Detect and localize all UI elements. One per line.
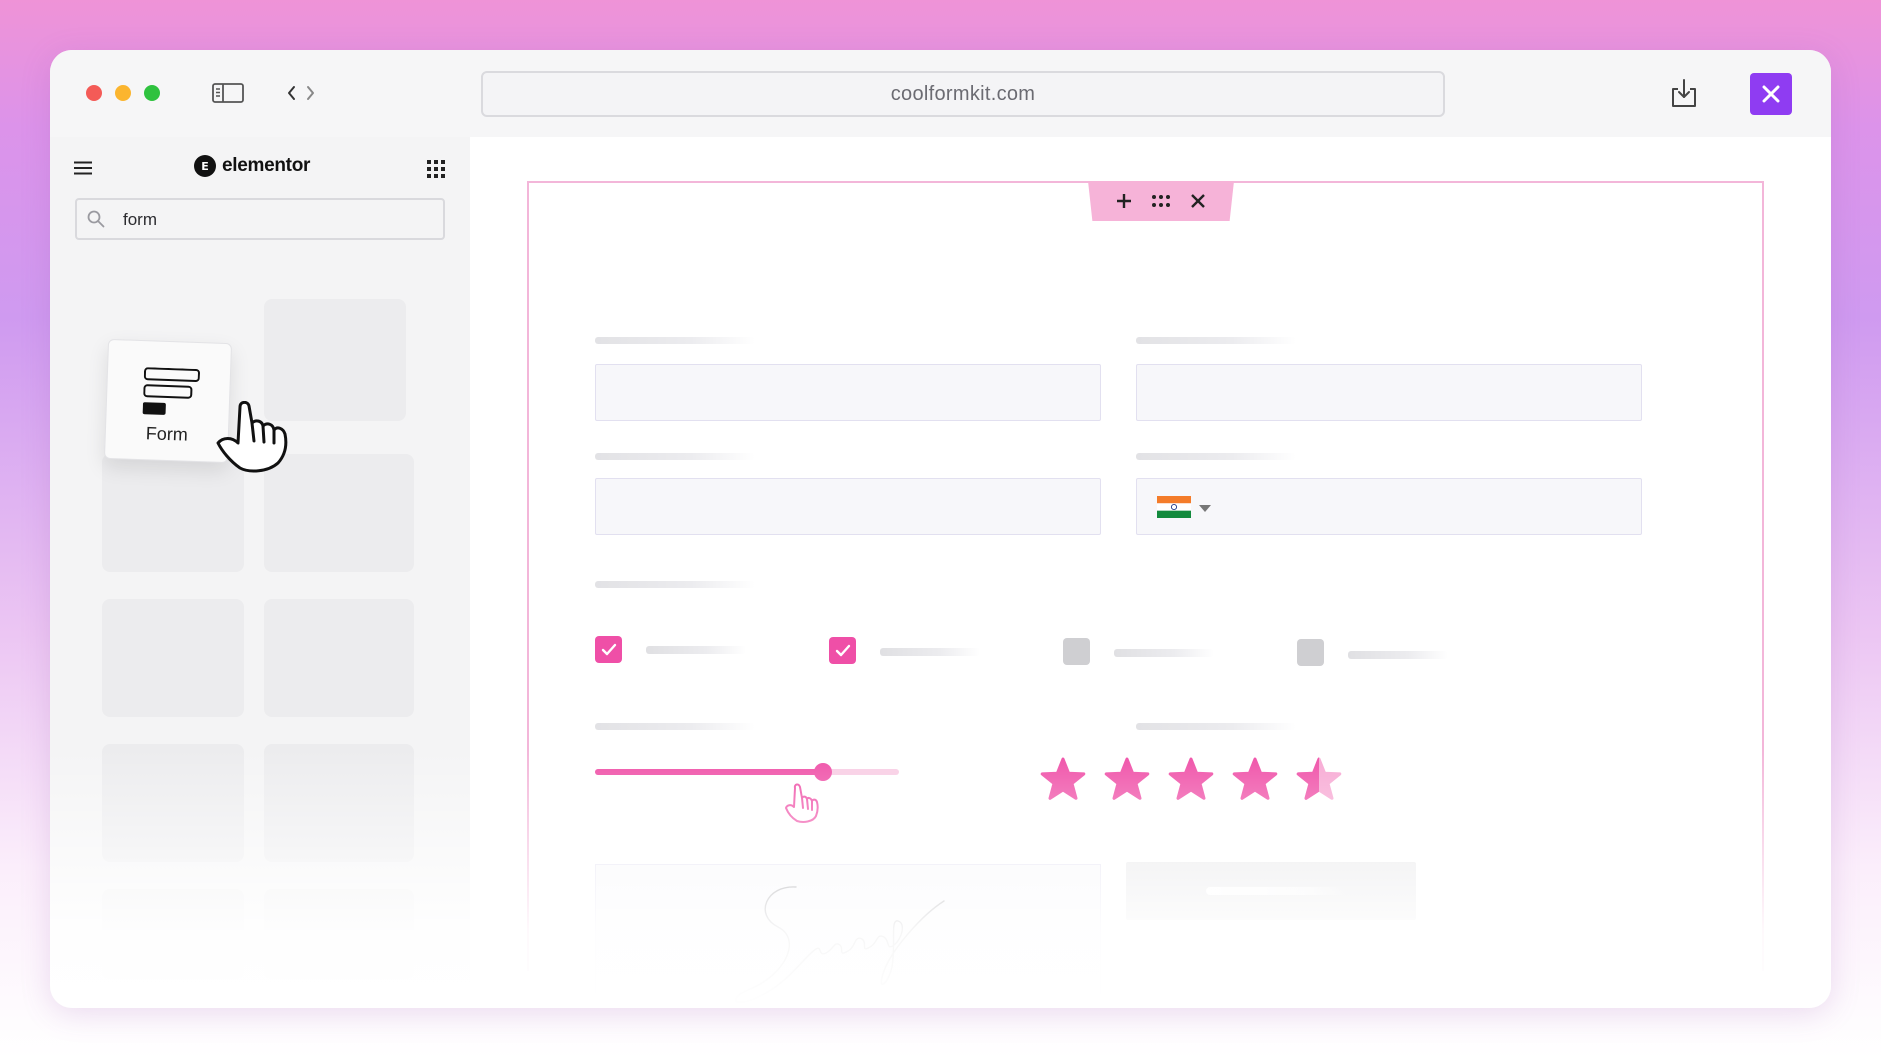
form-widget-icon xyxy=(142,367,200,415)
checkmark-icon xyxy=(835,644,850,656)
field-label-placeholder xyxy=(1136,723,1296,730)
back-forward-icon[interactable] xyxy=(286,82,316,104)
close-button[interactable] xyxy=(1750,73,1792,115)
field-label-placeholder xyxy=(1136,453,1296,460)
widget-tile[interactable] xyxy=(102,889,244,979)
india-flag-icon[interactable] xyxy=(1157,496,1191,518)
text-field[interactable] xyxy=(595,478,1101,535)
widget-search[interactable]: form xyxy=(75,198,445,240)
star-rating[interactable] xyxy=(1040,757,1360,807)
close-icon xyxy=(1762,85,1780,103)
search-icon xyxy=(87,210,105,228)
checkbox-checked[interactable] xyxy=(829,637,856,664)
checkmark-icon xyxy=(601,643,616,655)
url-bar[interactable]: coolformkit.com xyxy=(481,71,1445,117)
delete-section-button[interactable] xyxy=(1187,190,1209,212)
star-icon[interactable] xyxy=(1232,757,1278,803)
brand: E elementor xyxy=(194,155,310,177)
phone-field[interactable] xyxy=(1136,478,1642,535)
field-label-placeholder xyxy=(595,581,755,588)
checkbox-checked[interactable] xyxy=(595,636,622,663)
browser-window: coolformkit.com E elementor form Form xyxy=(50,50,1831,1008)
move-section-button[interactable] xyxy=(1150,190,1172,212)
form-widget-label: Form xyxy=(145,423,189,445)
field-label-placeholder xyxy=(595,723,755,730)
menu-icon[interactable] xyxy=(74,161,92,175)
add-section-button[interactable] xyxy=(1113,190,1135,212)
plus-icon xyxy=(1117,194,1132,208)
widget-tile[interactable] xyxy=(264,744,414,862)
slider-handle[interactable] xyxy=(814,763,832,781)
chevron-down-icon[interactable] xyxy=(1199,505,1211,512)
editor-canvas xyxy=(470,137,1831,1008)
apps-grid-icon[interactable] xyxy=(427,160,445,178)
field-label-placeholder xyxy=(595,337,755,344)
widget-tile[interactable] xyxy=(102,744,244,862)
range-slider[interactable] xyxy=(595,763,899,781)
submit-button[interactable] xyxy=(1126,862,1416,920)
close-icon xyxy=(1190,194,1205,208)
widget-tile[interactable] xyxy=(264,889,414,979)
drag-handle-icon xyxy=(1151,195,1170,207)
checkbox-label-placeholder xyxy=(1348,651,1448,659)
download-icon[interactable] xyxy=(1668,77,1700,109)
star-icon[interactable] xyxy=(1104,757,1150,803)
hand-cursor-icon xyxy=(785,783,819,823)
checkbox-label-placeholder xyxy=(1114,649,1214,657)
star-icon[interactable] xyxy=(1296,757,1342,803)
handwritten-signature xyxy=(735,886,945,1003)
signature-pad[interactable] xyxy=(595,864,1101,1003)
minimize-traffic-light[interactable] xyxy=(115,85,131,101)
brand-name: elementor xyxy=(222,155,311,176)
star-icon[interactable] xyxy=(1040,757,1086,803)
star-icon[interactable] xyxy=(1168,757,1214,803)
close-traffic-light[interactable] xyxy=(86,85,102,101)
slider-fill xyxy=(595,769,823,775)
field-label-placeholder xyxy=(1136,337,1296,344)
checkbox-unchecked[interactable] xyxy=(1063,638,1090,665)
form-section[interactable] xyxy=(527,181,1764,971)
field-label-placeholder xyxy=(595,453,755,460)
widget-tile[interactable] xyxy=(264,599,414,717)
checkbox-label-placeholder xyxy=(646,646,746,654)
search-input[interactable]: form xyxy=(123,210,157,230)
button-label-placeholder xyxy=(1206,887,1346,895)
section-toolbar xyxy=(1088,181,1234,221)
maximize-traffic-light[interactable] xyxy=(144,85,160,101)
widget-tile[interactable] xyxy=(102,599,244,717)
elementor-logo-icon: E xyxy=(194,155,216,177)
hand-cursor-icon xyxy=(216,401,288,473)
title-bar: coolformkit.com xyxy=(50,50,1831,137)
checkbox-unchecked[interactable] xyxy=(1297,639,1324,666)
sidebar-toggle-icon[interactable] xyxy=(212,83,244,103)
text-field[interactable] xyxy=(595,364,1101,421)
widget-panel: E elementor form Form xyxy=(50,137,470,1008)
checkbox-label-placeholder xyxy=(880,648,980,656)
text-field[interactable] xyxy=(1136,364,1642,421)
